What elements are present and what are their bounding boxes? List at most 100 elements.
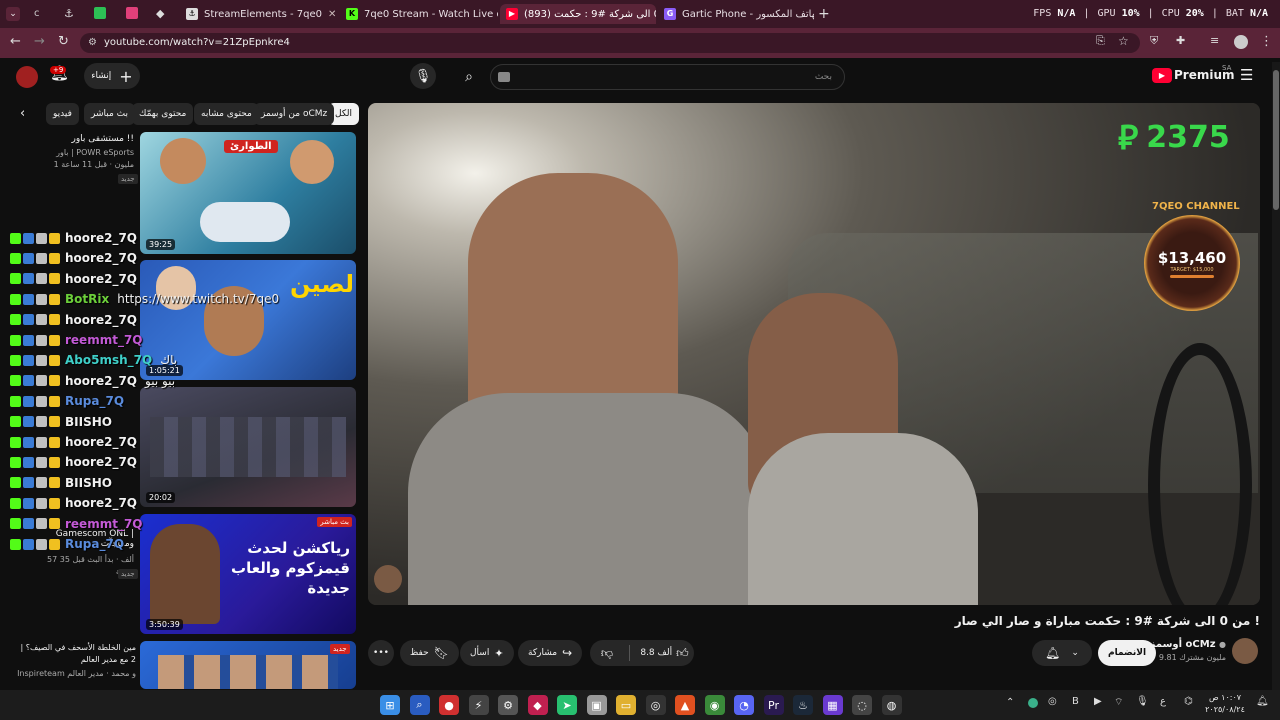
pinned-tab-icon[interactable]: ⚓	[64, 7, 74, 20]
pinned-tab-icon[interactable]	[126, 7, 138, 19]
video-thumbnail[interactable]: 20:02	[140, 387, 356, 507]
clock[interactable]: ١٠:٠٧ ص ٢٠٢٥/٠٨/٢٤	[1200, 692, 1250, 716]
app-icon[interactable]: ▦	[822, 695, 843, 715]
forward-icon[interactable]: →	[34, 34, 45, 49]
tray-app-icon[interactable]: ▶	[1094, 696, 1102, 707]
scrollbar-thumb[interactable]	[1273, 70, 1279, 210]
obs-icon[interactable]: ◍	[881, 695, 902, 715]
tray-app-icon[interactable]: B	[1072, 696, 1079, 707]
reload-icon[interactable]: ↻	[58, 34, 69, 49]
tray-app-icon[interactable]	[1028, 698, 1038, 708]
more-actions-button[interactable]: •••	[368, 640, 394, 666]
wifi-icon[interactable]: ⌔	[1114, 696, 1123, 709]
app-icon[interactable]: ◌	[852, 695, 872, 715]
keyboard-icon[interactable]	[498, 72, 510, 82]
search-input[interactable]: بحث	[490, 64, 845, 90]
pinned-tab-icon[interactable]	[94, 7, 106, 19]
chip-recommended[interactable]: محتوى بهمّك	[132, 103, 194, 125]
sub-badge-icon	[36, 518, 47, 530]
gartic-icon: G	[664, 8, 676, 20]
subscribe-notification-button[interactable]: 🔔︎ ⌄	[1032, 640, 1092, 666]
chrome-icon[interactable]: ◉	[704, 695, 725, 715]
settings-icon[interactable]: ⚙	[498, 695, 518, 715]
profile-icon[interactable]: c	[34, 8, 40, 19]
kick-badge-icon	[10, 395, 21, 407]
video-channel[interactable]: Inspireteam و محمد · مدير العالم	[14, 668, 136, 680]
channel-watermark[interactable]	[374, 565, 402, 593]
network-icon[interactable]: ⌬	[1184, 696, 1193, 707]
search-icon[interactable]: ⌕	[456, 64, 482, 90]
ask-button[interactable]: اسأل ✦	[460, 640, 514, 666]
share-button[interactable]: مشاركة ↪	[518, 640, 583, 666]
app-icon[interactable]: ▣	[586, 695, 607, 715]
bookmark-star-icon[interactable]: ☆	[1118, 34, 1129, 48]
page-scrollbar[interactable]	[1272, 62, 1280, 690]
file-explorer-icon[interactable]: ▭	[616, 695, 636, 715]
youtube-logo-icon[interactable]: ▶	[1152, 68, 1172, 83]
system-tray-chevron-icon[interactable]: ⌃	[1006, 697, 1014, 708]
channel-avatar[interactable]	[1232, 638, 1258, 664]
tab-youtube[interactable]: ▶ (893) من 0 الى شركة #9 : حكمت ✕	[500, 4, 656, 24]
video-thumbnail[interactable]: الطوارئ 39:25	[140, 132, 356, 254]
app-icon[interactable]: ◎	[645, 695, 666, 715]
tab-streamelements[interactable]: ⚓ StreamElements - 7qe0 ✕	[180, 4, 338, 24]
video-thumbnail[interactable]	[140, 641, 356, 689]
save-button[interactable]: حفظ 🔖︎	[400, 640, 459, 666]
avatar[interactable]	[1234, 35, 1248, 49]
language-indicator[interactable]: ع	[1160, 696, 1166, 707]
url-field[interactable]: youtube.com/watch?v=21ZpEpnkre4	[80, 33, 1140, 53]
chip-channel[interactable]: من أوسمز oCMz	[254, 103, 335, 125]
app-icon[interactable]: ⚡	[468, 695, 489, 715]
pinned-tab-icon[interactable]: ◆	[156, 7, 164, 20]
tab-gartic[interactable]: G Gartic Phone - الهاتف المكسور ✕	[658, 4, 814, 24]
windows-start-icon[interactable]: ⊞	[380, 695, 400, 715]
app-icon[interactable]: ●	[439, 695, 459, 715]
ask-label: اسأل	[470, 648, 490, 658]
video-channel[interactable]: باور | POWR eSports	[40, 147, 134, 159]
video-thumbnail[interactable]: رياكشن لحدث قيمزكوم والعاب جديدة بث مباش…	[140, 514, 356, 634]
notifications-icon[interactable]: 🔔︎	[1256, 696, 1269, 707]
site-info-icon[interactable]: ⚙	[88, 37, 97, 48]
avatar[interactable]	[16, 66, 38, 88]
microphone-icon[interactable]: 🎙︎	[1136, 696, 1149, 707]
tab-menu-chevron-icon[interactable]: ⌄	[6, 7, 20, 21]
like-button[interactable]: 8.8 ألف 👍︎	[635, 646, 694, 661]
steam-icon[interactable]: ♨	[793, 695, 813, 715]
microphone-icon[interactable]: 🎙︎	[410, 63, 436, 89]
dislike-button[interactable]: 👎︎	[590, 646, 624, 661]
extensions-icon[interactable]: ✚	[1176, 34, 1185, 47]
kebab-menu-icon[interactable]: ⋮	[1260, 34, 1273, 49]
video-title[interactable]: مين الخلطة الأسحف في الصيف؟ | 2 مع مدير …	[14, 642, 137, 666]
premiere-icon[interactable]: Pr	[763, 695, 784, 715]
chip-related[interactable]: محتوى مشابه	[194, 103, 259, 125]
app-icon[interactable]: ◆	[527, 695, 548, 715]
search-icon[interactable]: ⌕	[409, 695, 430, 715]
chevron-left-icon[interactable]: ‹	[20, 106, 25, 121]
chip-live[interactable]: بث مباشر	[84, 103, 135, 125]
hamburger-menu-icon[interactable]: ☰	[1240, 66, 1253, 84]
tab-kick[interactable]: K 7qe0 Stream - Watch Live on Ki ✕	[340, 4, 498, 24]
brave-icon[interactable]: ▲	[675, 695, 695, 715]
shield-icon[interactable]: ⛨	[1150, 34, 1158, 48]
media-control-icon[interactable]: ≡	[1210, 34, 1219, 47]
new-tab-button[interactable]: +	[818, 6, 830, 22]
create-button[interactable]: إنشاء +	[84, 63, 140, 89]
tray-app-icon[interactable]: ◎	[1048, 696, 1057, 707]
chevron-down-icon: ⌄	[1071, 648, 1079, 658]
new-badge: جديد	[118, 174, 138, 184]
thumbnail-text: الصين	[290, 270, 356, 298]
join-button[interactable]: الانضمام	[1098, 640, 1157, 666]
crown-badge-icon	[49, 354, 60, 366]
discord-icon[interactable]: ◔	[734, 695, 754, 715]
divider	[629, 645, 630, 661]
chat-username: hoore2_7Q	[65, 373, 137, 388]
url-text: youtube.com/watch?v=21ZpEpnkre4	[104, 37, 290, 48]
video-title[interactable]: مستشفى باور !!	[40, 134, 134, 144]
chip-videos[interactable]: فيديو	[46, 103, 79, 125]
video-player[interactable]: ⃁ 2375 7QEO CHANNEL $13,460 TARGET: $15,…	[368, 103, 1260, 605]
install-app-icon[interactable]: ⎘	[1096, 34, 1105, 48]
close-icon[interactable]: ✕	[328, 9, 336, 20]
back-icon[interactable]: ←	[10, 34, 21, 49]
create-label: إنشاء	[91, 71, 112, 81]
app-icon[interactable]: ➤	[557, 695, 577, 715]
